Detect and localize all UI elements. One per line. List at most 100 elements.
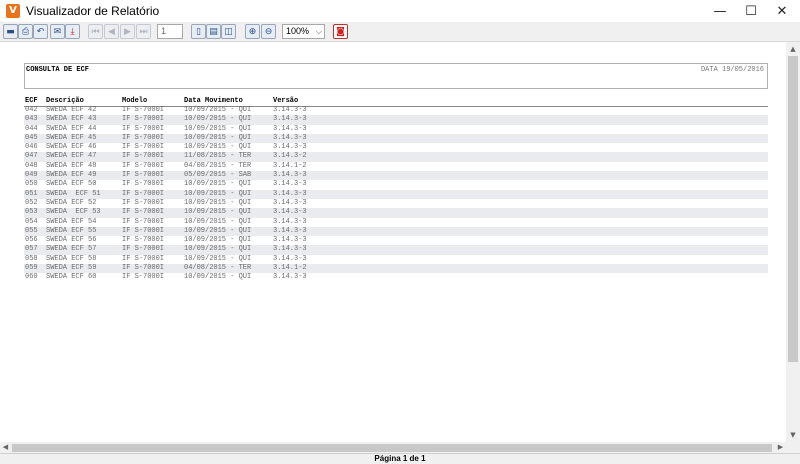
cell-versao: 3.14.3-3 bbox=[273, 273, 307, 282]
cell-descricao: SWEDA ECF 46 bbox=[46, 143, 97, 152]
cell-data-movimento: 10/09/2015 - QUI bbox=[184, 124, 252, 133]
column-header-data-movimento: Data Movimento bbox=[184, 97, 243, 105]
cell-modelo: IF S-7000I bbox=[122, 189, 165, 198]
cell-modelo: IF S-7000I bbox=[122, 245, 165, 254]
cell-descricao: SWEDA ECF 58 bbox=[46, 254, 97, 263]
vertical-scrollbar[interactable]: ▲ ▼ bbox=[786, 42, 800, 442]
cell-versao: 3.14.3-3 bbox=[273, 245, 307, 254]
report-page: CONSULTA DE ECF DATA 19/05/2016 ECF Desc… bbox=[0, 42, 786, 442]
table-row: 060 SWEDA ECF 60 IF S-7000I 10/09/2015 - QU… bbox=[24, 273, 768, 282]
scrollbar-corner bbox=[786, 442, 800, 453]
cell-descricao: SWEDA ECF 45 bbox=[46, 133, 97, 142]
column-header-descricao: Descrição bbox=[46, 97, 84, 105]
table-row: 049 SWEDA ECF 49 IF S-7000I 05/09/2015 - SA… bbox=[24, 171, 768, 181]
report-rows: 042 SWEDA ECF 42 IF S-7000I 10/09/2015 - QU… bbox=[24, 106, 768, 283]
table-row: 053 SWEDA ECF 53 IF S-7000I 10/09/2015 - QU… bbox=[24, 208, 768, 218]
scroll-right-icon[interactable]: ▶ bbox=[775, 442, 786, 453]
cell-data-movimento: 10/09/2015 - QUI bbox=[184, 245, 252, 254]
window-title: Visualizador de Relatório bbox=[26, 4, 160, 18]
cell-modelo: IF S-7000I bbox=[122, 106, 165, 114]
cell-descricao: SWEDA ECF 55 bbox=[46, 226, 97, 235]
table-row: 048 SWEDA ECF 48 IF S-7000I 04/08/2015 - TE… bbox=[24, 162, 768, 171]
multiple-pages-icon[interactable]: ◫ bbox=[221, 24, 236, 39]
print-setup-icon[interactable]: ⎙ bbox=[18, 24, 33, 39]
cell-versao: 3.14.3-3 bbox=[273, 198, 307, 207]
status-bar: Página 1 de 1 bbox=[0, 453, 800, 464]
cell-ecf: 054 bbox=[25, 217, 38, 226]
scroll-left-icon[interactable]: ◀ bbox=[0, 442, 11, 453]
app-icon: V bbox=[6, 4, 20, 18]
cell-versao: 3.14.3-3 bbox=[273, 115, 307, 124]
email-icon[interactable]: ✉ bbox=[50, 24, 65, 39]
table-row: 056 SWEDA ECF 56 IF S-7000I 10/09/2015 - QU… bbox=[24, 236, 768, 245]
cell-versao: 3.14.1-2 bbox=[273, 161, 307, 170]
toolbar: ▬ ⎙ ↶ ✉ ⤓ ⏮ ◀ ▶ ⏭ 1 ▯ ▤ ◫ ⊕ ⊖ 100% ⌵ ◙ bbox=[0, 22, 800, 42]
cell-modelo: IF S-7000I bbox=[122, 264, 165, 273]
report-title: CONSULTA DE ECF bbox=[26, 66, 90, 74]
page-number-input[interactable]: 1 bbox=[157, 24, 183, 39]
cell-ecf: 045 bbox=[25, 133, 38, 142]
cell-data-movimento: 10/09/2015 - QUI bbox=[184, 133, 252, 142]
cell-data-movimento: 10/09/2015 - QUI bbox=[184, 189, 252, 198]
report-header: CONSULTA DE ECF DATA 19/05/2016 bbox=[24, 63, 768, 89]
zoom-out-icon[interactable]: ⊖ bbox=[261, 24, 276, 39]
whole-page-icon[interactable]: ▤ bbox=[206, 24, 221, 39]
horizontal-scrollbar[interactable]: ◀ ▶ bbox=[0, 442, 786, 453]
save-icon[interactable]: ▬ bbox=[3, 24, 18, 39]
horizontal-scroll-thumb[interactable] bbox=[12, 444, 772, 452]
scroll-down-icon[interactable]: ▼ bbox=[786, 428, 800, 442]
scroll-up-icon[interactable]: ▲ bbox=[786, 42, 800, 56]
cell-ecf: 059 bbox=[25, 264, 38, 273]
cell-versao: 3.14.3-3 bbox=[273, 217, 307, 226]
cell-descricao: SWEDA ECF 51 bbox=[46, 189, 101, 198]
cell-descricao: SWEDA ECF 49 bbox=[46, 171, 97, 180]
cell-modelo: IF S-7000I bbox=[122, 115, 165, 124]
last-page-icon[interactable]: ⏭ bbox=[136, 24, 151, 39]
cell-descricao: SWEDA ECF 57 bbox=[46, 245, 97, 254]
cell-data-movimento: 10/09/2015 - QUI bbox=[184, 106, 252, 114]
cell-data-movimento: 10/09/2015 - QUI bbox=[184, 208, 252, 217]
cell-data-movimento: 10/09/2015 - QUI bbox=[184, 180, 252, 189]
zoom-select[interactable]: 100% ⌵ bbox=[282, 24, 325, 39]
close-window-button[interactable]: ✕ bbox=[762, 0, 800, 22]
cell-versao: 3.14.1-2 bbox=[273, 264, 307, 273]
cell-data-movimento: 10/09/2015 - QUI bbox=[184, 273, 252, 282]
cell-modelo: IF S-7000I bbox=[122, 273, 165, 282]
report-date: DATA 19/05/2016 bbox=[700, 66, 764, 74]
cell-data-movimento: 11/08/2015 - TER bbox=[184, 152, 252, 161]
cell-data-movimento: 04/08/2015 - TER bbox=[184, 161, 252, 170]
cell-data-movimento: 10/09/2015 - QUI bbox=[184, 217, 252, 226]
cell-modelo: IF S-7000I bbox=[122, 124, 165, 133]
page-width-icon[interactable]: ▯ bbox=[191, 24, 206, 39]
first-page-icon[interactable]: ⏮ bbox=[88, 24, 103, 39]
pdf-icon[interactable]: ⤓ bbox=[65, 24, 80, 39]
cell-descricao: SWEDA ECF 60 bbox=[46, 273, 97, 282]
cell-modelo: IF S-7000I bbox=[122, 208, 165, 217]
table-row: 042 SWEDA ECF 42 IF S-7000I 10/09/2015 - QU… bbox=[24, 106, 768, 115]
cell-data-movimento: 10/09/2015 - QUI bbox=[184, 115, 252, 124]
cell-ecf: 058 bbox=[25, 254, 38, 263]
cell-data-movimento: 10/09/2015 - QUI bbox=[184, 236, 252, 245]
table-row: 044 SWEDA ECF 44 IF S-7000I 10/09/2015 - QU… bbox=[24, 125, 768, 134]
cell-data-movimento: 10/09/2015 - QUI bbox=[184, 226, 252, 235]
undo-icon[interactable]: ↶ bbox=[33, 24, 48, 39]
next-page-icon[interactable]: ▶ bbox=[120, 24, 135, 39]
table-row: 047 SWEDA ECF 47 IF S-7000I 11/08/2015 - TE… bbox=[24, 152, 768, 162]
column-header-ecf: ECF bbox=[25, 97, 38, 105]
title-bar: V Visualizador de Relatório — ☐ ✕ bbox=[0, 0, 800, 22]
cell-versao: 3.14.3-3 bbox=[273, 189, 307, 198]
zoom-value: 100% bbox=[286, 26, 310, 36]
cell-modelo: IF S-7000I bbox=[122, 152, 165, 161]
column-header-modelo: Modelo bbox=[122, 97, 148, 105]
table-row: 052 SWEDA ECF 52 IF S-7000I 10/09/2015 - QU… bbox=[24, 199, 768, 208]
close-report-icon[interactable]: ◙ bbox=[333, 24, 348, 39]
cell-descricao: SWEDA ECF 43 bbox=[46, 115, 97, 124]
vertical-scroll-thumb[interactable] bbox=[788, 56, 798, 362]
zoom-in-icon[interactable]: ⊕ bbox=[245, 24, 260, 39]
cell-ecf: 051 bbox=[25, 189, 38, 198]
previous-page-icon[interactable]: ◀ bbox=[104, 24, 119, 39]
cell-ecf: 053 bbox=[25, 208, 38, 217]
cell-descricao: SWEDA ECF 50 bbox=[46, 180, 97, 189]
cell-descricao: SWEDA ECF 42 bbox=[46, 106, 97, 114]
table-row: 045 SWEDA ECF 45 IF S-7000I 10/09/2015 - QU… bbox=[24, 133, 768, 144]
